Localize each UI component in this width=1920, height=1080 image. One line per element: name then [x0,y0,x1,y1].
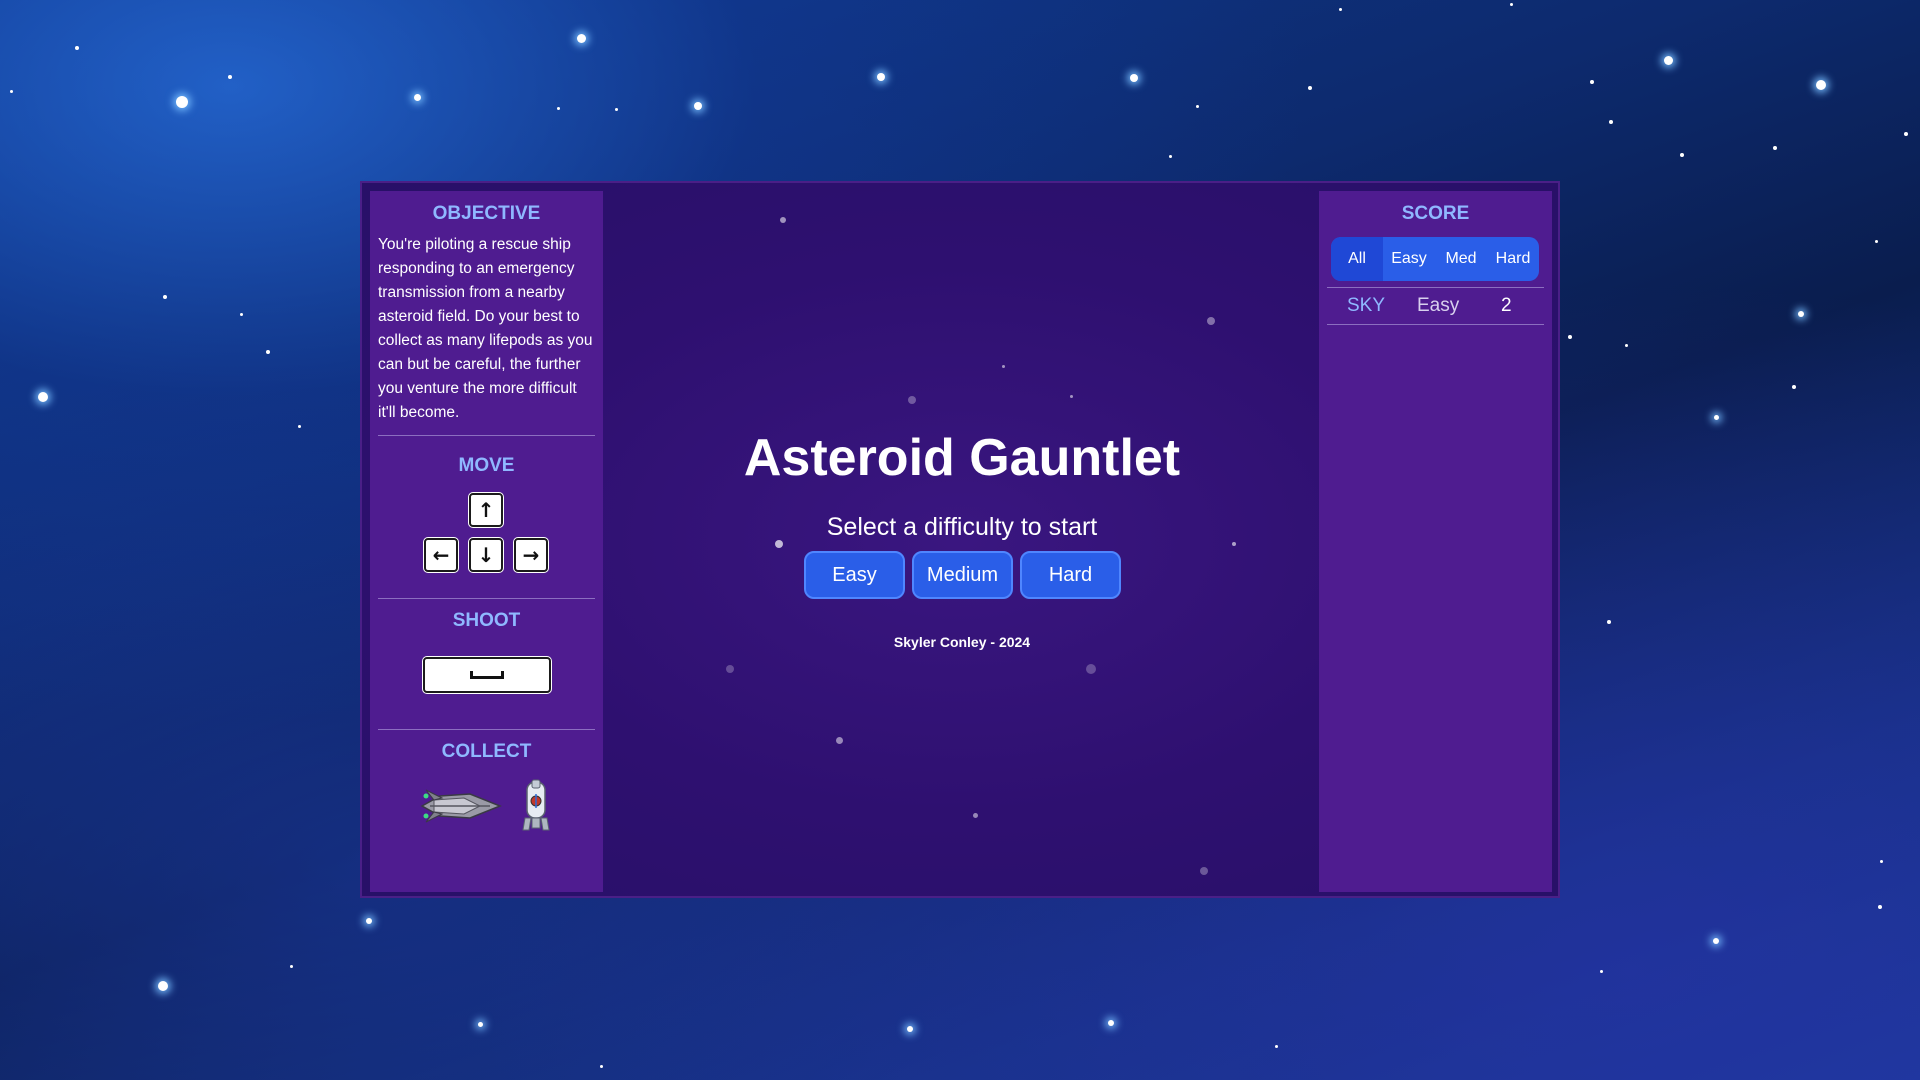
star [10,90,13,93]
star [1816,80,1826,90]
star [414,94,421,101]
star [780,217,786,223]
arrow-left-key-icon: ← [424,538,458,572]
star [1130,74,1138,82]
star [266,350,270,354]
star [1609,120,1613,124]
star [478,1022,483,1027]
star [1169,155,1172,158]
star [290,965,293,968]
star [163,295,167,299]
star [1680,153,1684,157]
star [1600,970,1603,973]
divider [378,598,595,599]
star [557,107,560,110]
game-window: OBJECTIVE You're piloting a rescue ship … [360,181,1560,898]
star [1713,938,1719,944]
star [600,1065,603,1068]
star [1625,344,1628,347]
collect-heading: COLLECT [441,741,532,762]
tab-hard[interactable]: Hard [1487,237,1539,281]
player-name: SKY [1347,295,1386,316]
star [1232,542,1236,546]
star [694,102,702,110]
score-heading: SCORE [1401,203,1470,224]
star [726,665,734,673]
star [158,981,168,991]
hard-button[interactable]: Hard [1020,551,1121,599]
star [1714,415,1719,420]
score-filter-tabs: All Easy Med Hard [1331,237,1539,281]
shoot-heading: SHOOT [452,610,521,631]
star [1196,105,1199,108]
star [1339,8,1342,11]
tab-easy[interactable]: Easy [1383,237,1435,281]
star [1773,146,1777,150]
divider [378,729,595,730]
star [877,73,885,81]
star [1792,385,1796,389]
arrow-down-key-icon: ↓ [469,538,503,572]
star [1002,365,1005,368]
star [615,108,618,111]
score-value: 2 [1501,295,1512,316]
star [1207,317,1215,325]
score-row: SKY Easy 2 [1327,287,1544,325]
star [75,46,79,50]
objective-heading: OBJECTIVE [432,203,541,224]
star [1904,132,1908,136]
star [1086,664,1096,674]
star [1875,240,1878,243]
star [973,813,978,818]
score-panel: SCORE All Easy Med Hard SKY Easy 2 [1319,191,1552,892]
star [366,918,372,924]
star [1878,905,1882,909]
star [908,396,916,404]
objective-text: You're piloting a rescue ship responding… [378,236,593,421]
rescue-ship-icon [420,789,502,823]
star [1607,620,1611,624]
arrow-right-key-icon: → [514,538,548,572]
star [176,96,188,108]
medium-button[interactable]: Medium [912,551,1013,599]
star [1070,395,1073,398]
star [1200,867,1208,875]
star [1568,335,1572,339]
star [577,34,586,43]
star [298,425,301,428]
star [38,392,48,402]
star [1880,860,1883,863]
tab-med[interactable]: Med [1435,237,1487,281]
star [1664,56,1673,65]
star [836,737,843,744]
star [907,1026,913,1032]
star [1590,80,1594,84]
star [240,313,243,316]
easy-button[interactable]: Easy [804,551,905,599]
star [1275,1045,1278,1048]
star [228,75,232,79]
spacebar-key-icon [423,657,551,693]
star [1798,311,1804,317]
score-difficulty: Easy [1417,295,1460,316]
star [1108,1020,1114,1026]
star [1510,3,1513,6]
spacebar-icon [470,671,504,679]
star [1308,86,1312,90]
tab-all[interactable]: All [1331,237,1383,281]
lifepod-icon [522,779,550,831]
